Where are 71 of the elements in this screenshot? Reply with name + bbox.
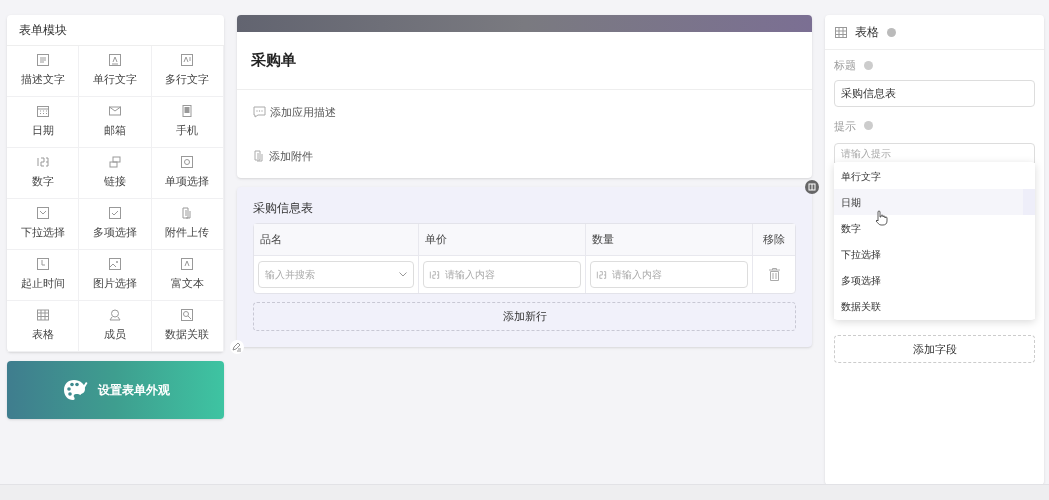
table-icon (835, 26, 847, 38)
module-item[interactable]: 多项选择 (79, 199, 152, 250)
text-field-icon (109, 54, 121, 67)
panel-title: 表单模块 (19, 22, 67, 39)
panel-title: 表格 (855, 24, 879, 41)
number-icon (596, 269, 607, 280)
form-title: 采购单 (251, 50, 296, 71)
link-icon (109, 156, 121, 169)
dropdown-option[interactable]: 数字 (834, 215, 1035, 241)
module-item[interactable]: 多行文字 (151, 46, 224, 97)
textarea-icon (181, 54, 194, 67)
add-attachment-link[interactable]: 添加附件 (269, 147, 313, 165)
column-header: 数量 (592, 232, 614, 248)
module-item[interactable]: 下拉选择 (7, 199, 80, 250)
edit-icon[interactable] (230, 340, 244, 354)
help-icon[interactable] (864, 121, 873, 131)
text-icon (36, 54, 49, 67)
hand-cursor-icon (874, 210, 888, 226)
module-item[interactable]: 单项选择 (151, 148, 224, 199)
clock-icon (36, 258, 49, 271)
module-item[interactable]: 起止时间 (7, 250, 80, 301)
column-header: 单价 (425, 232, 447, 248)
column-header: 品名 (260, 232, 282, 248)
person-icon (109, 309, 121, 322)
add-field-button[interactable]: 添加字段 (834, 335, 1035, 363)
module-item[interactable]: 图片选择 (79, 250, 152, 301)
module-item[interactable]: 富文本 (151, 250, 224, 301)
number-icon (36, 156, 49, 169)
rich-text-icon (181, 258, 194, 271)
module-item[interactable]: 单行文字 (79, 46, 152, 97)
comment-icon (253, 106, 266, 118)
attachment-icon (181, 207, 194, 220)
module-item[interactable]: 数据关联 (151, 301, 224, 352)
trash-icon[interactable] (768, 268, 780, 281)
number-icon (429, 269, 440, 280)
add-row-button[interactable]: 添加新行 (253, 302, 796, 331)
phone-icon (181, 105, 194, 118)
dropdown-icon (36, 207, 49, 220)
title-input[interactable]: 采购信息表 (834, 79, 1035, 107)
module-item[interactable]: 邮箱 (79, 97, 152, 148)
checkbox-icon (109, 207, 121, 220)
delete-field-icon[interactable] (805, 180, 819, 194)
module-item[interactable]: 成员 (79, 301, 152, 352)
envelope-icon (109, 105, 121, 118)
add-description-link[interactable]: 添加应用描述 (270, 103, 336, 121)
dropdown-option[interactable]: 多项选择 (834, 267, 1035, 293)
chevron-down-icon (399, 272, 407, 277)
module-item[interactable]: 描述文字 (7, 46, 80, 97)
help-icon[interactable] (887, 27, 896, 37)
search-icon (181, 309, 194, 322)
table-icon (36, 309, 49, 322)
module-item[interactable]: 数字 (7, 148, 80, 199)
dropdown-option[interactable]: 下拉选择 (834, 241, 1035, 267)
field-label: 标题 (834, 58, 856, 73)
help-icon[interactable] (864, 60, 873, 70)
dropdown-option[interactable]: 单行文字 (834, 163, 1035, 189)
dropdown-option[interactable]: 日期 (834, 189, 1035, 215)
field-label: 提示 (834, 118, 856, 134)
module-item[interactable]: 表格 (7, 301, 80, 352)
module-item[interactable]: 附件上传 (151, 199, 224, 250)
attachment-icon (253, 150, 265, 162)
image-icon (109, 258, 121, 271)
table-title: 采购信息表 (253, 200, 314, 217)
module-item[interactable]: 链接 (79, 148, 152, 199)
module-item[interactable]: 日期 (7, 97, 80, 148)
column-header: 移除 (763, 232, 785, 248)
module-item[interactable]: 手机 (151, 97, 224, 148)
radio-icon (181, 156, 194, 169)
dropdown-option[interactable]: 数据关联 (834, 293, 1035, 319)
calendar-icon (36, 105, 49, 118)
palette-icon (61, 378, 88, 402)
